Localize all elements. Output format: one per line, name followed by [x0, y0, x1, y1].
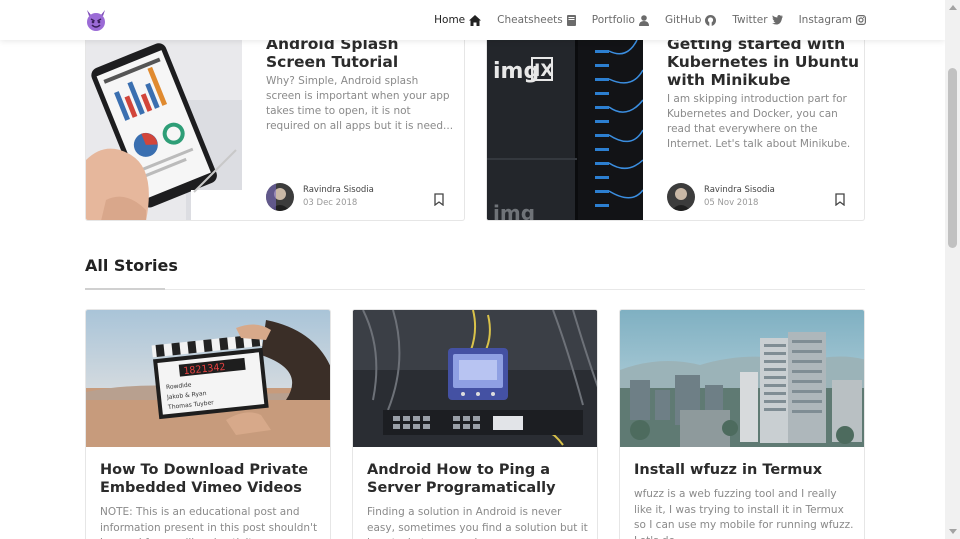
devil-logo-icon[interactable]: [84, 8, 108, 32]
author-avatar[interactable]: [266, 183, 294, 211]
home-icon: [469, 14, 482, 26]
bookmark-icon[interactable]: [835, 191, 845, 210]
author-avatar[interactable]: [667, 183, 695, 211]
nav-github[interactable]: GitHub: [664, 14, 717, 26]
svg-text:IX: IX: [534, 61, 553, 81]
nav-cheatsheets[interactable]: Cheatsheets: [497, 14, 576, 26]
story-title[interactable]: Install wfuzz in Termux: [634, 461, 856, 479]
user-icon: [638, 14, 649, 26]
story-image: 1821342 Rowdide Jakob & Ryan Thomas Tuyb…: [86, 310, 330, 447]
story-card[interactable]: Android How to Ping a Server Programatic…: [352, 309, 598, 539]
post-date: 05 Nov 2018: [704, 198, 759, 208]
section-divider: [85, 289, 865, 290]
post-excerpt: Why? Simple, Android splash screen is im…: [266, 75, 454, 132]
story-title[interactable]: Android How to Ping a Server Programatic…: [367, 461, 589, 497]
nav-home-label: Home: [434, 14, 466, 26]
book-icon: [566, 14, 576, 26]
author-name[interactable]: Ravindra Sisodia: [704, 185, 775, 195]
story-image: [353, 310, 597, 447]
nav-cheatsheets-label: Cheatsheets: [497, 14, 563, 26]
story-excerpt: wfuzz is a web fuzzing tool and I really…: [634, 488, 854, 539]
story-card[interactable]: Install wfuzz in Termux wfuzz is a web f…: [619, 309, 865, 539]
svg-text:img: img: [493, 201, 535, 221]
nav-home[interactable]: Home: [434, 14, 482, 26]
story-excerpt: NOTE: This is an educational post and in…: [100, 506, 318, 539]
nav-instagram-label: Instagram: [798, 14, 852, 26]
post-thumbnail: img IX img: [487, 40, 643, 221]
page-scrollbar[interactable]: [945, 0, 960, 539]
featured-post-card[interactable]: Android Splash Screen Tutorial Why? Simp…: [85, 40, 465, 221]
story-image: [620, 310, 864, 447]
featured-post-card[interactable]: img IX img Getting started with Kubernet…: [486, 40, 865, 221]
nav-github-label: GitHub: [664, 14, 702, 26]
scroll-up-arrow-icon[interactable]: [945, 0, 960, 15]
section-divider-accent: [85, 288, 165, 290]
section-title: All Stories: [85, 256, 178, 275]
scrollbar-thumb[interactable]: [948, 68, 957, 248]
story-card[interactable]: 1821342 Rowdide Jakob & Ryan Thomas Tuyb…: [85, 309, 331, 539]
post-title[interactable]: Android Splash Screen Tutorial: [266, 40, 461, 71]
nav-twitter[interactable]: Twitter: [732, 14, 783, 26]
top-navbar: Home Cheatsheets Portfolio GitHub Twitte…: [0, 0, 945, 40]
nav-portfolio[interactable]: Portfolio: [592, 14, 649, 26]
nav-instagram[interactable]: Instagram: [799, 14, 866, 26]
main-nav: Home Cheatsheets Portfolio GitHub Twitte…: [418, 0, 866, 40]
post-excerpt: I am skipping introduction part for Kube…: [667, 93, 851, 150]
story-title[interactable]: How To Download Private Embedded Vimeo V…: [100, 461, 322, 497]
github-icon: [705, 14, 717, 26]
scroll-down-arrow-icon[interactable]: [945, 524, 960, 539]
instagram-icon: [856, 15, 866, 25]
author-name[interactable]: Ravindra Sisodia: [303, 185, 374, 195]
post-title[interactable]: Getting started with Kubernetes in Ubunt…: [667, 40, 862, 89]
bookmark-icon[interactable]: [434, 191, 444, 210]
nav-twitter-label: Twitter: [732, 14, 768, 26]
twitter-icon: [771, 15, 783, 25]
nav-portfolio-label: Portfolio: [591, 14, 635, 26]
story-excerpt: Finding a solution in Android is never e…: [367, 506, 588, 539]
post-date: 03 Dec 2018: [303, 198, 358, 208]
post-thumbnail: [86, 40, 242, 220]
